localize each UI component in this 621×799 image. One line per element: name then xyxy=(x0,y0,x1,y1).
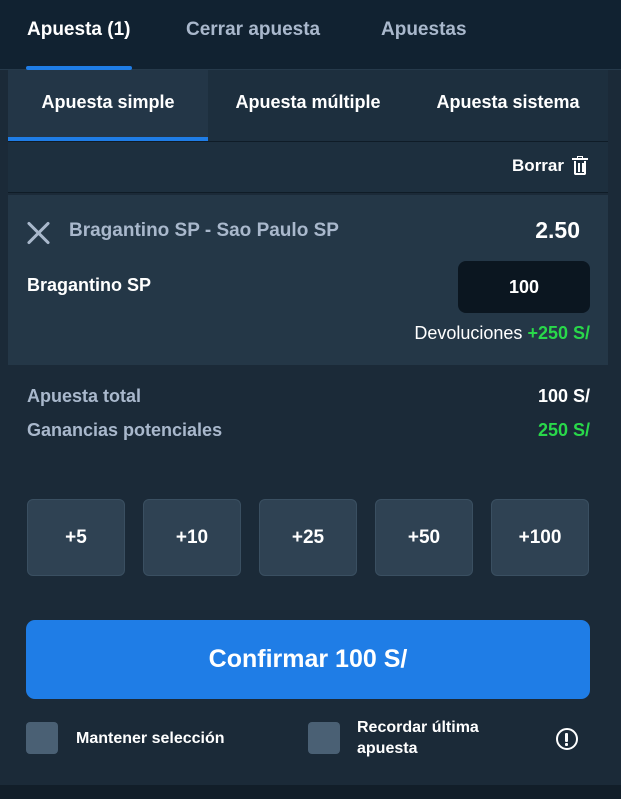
clear-row: Borrar xyxy=(8,141,608,193)
match-name: Bragantino SP - Sao Paulo SP xyxy=(69,220,339,241)
tab-system-bet[interactable]: Apuesta sistema xyxy=(408,70,608,141)
tab-multiple-bet[interactable]: Apuesta múltiple xyxy=(208,70,408,141)
total-stake-label: Apuesta total xyxy=(27,386,142,406)
returns-value: +250 S/ xyxy=(527,323,590,343)
tab-single-bet[interactable]: Apuesta simple xyxy=(8,70,208,141)
confirm-bet-button[interactable]: Confirmar 100 S/ xyxy=(26,620,590,699)
total-stake-value: 100 S/ xyxy=(537,386,590,406)
stake-input[interactable] xyxy=(458,261,590,313)
tab-cash-out[interactable]: Cerrar apuesta xyxy=(186,19,320,41)
keep-selection-checkbox[interactable] xyxy=(26,722,58,754)
quick-stake-50-button[interactable]: +50 xyxy=(375,499,473,576)
tab-my-bets[interactable]: Apuestas xyxy=(381,19,467,41)
bottom-strip xyxy=(0,785,621,799)
trash-icon xyxy=(572,156,588,176)
info-icon[interactable] xyxy=(556,728,578,750)
remember-last-bet-line1: Recordar última xyxy=(357,719,479,736)
clear-button[interactable]: Borrar xyxy=(512,156,588,176)
remember-last-bet-checkbox[interactable] xyxy=(308,722,340,754)
remember-last-bet-label: Recordar última apuesta xyxy=(357,717,479,759)
total-stake-row: Apuesta total 100 S/ xyxy=(27,386,590,407)
potential-winnings-row: Ganancias potenciales 250 S/ xyxy=(27,420,590,441)
potential-winnings-label: Ganancias potenciales xyxy=(27,420,223,440)
selection-name: Bragantino SP xyxy=(27,275,152,295)
quick-stake-25-button[interactable]: +25 xyxy=(259,499,357,576)
potential-winnings-value: 250 S/ xyxy=(537,420,590,440)
remember-last-bet-line2: apuesta xyxy=(357,740,418,757)
clear-label: Borrar xyxy=(512,156,564,175)
close-icon[interactable] xyxy=(26,220,52,246)
returns-line: Devoluciones +250 S/ xyxy=(414,323,590,344)
bet-slip-tabs: Apuesta (1) Cerrar apuesta Apuestas xyxy=(0,0,621,70)
tab-bet-slip[interactable]: Apuesta (1) xyxy=(27,19,130,41)
quick-stake-100-button[interactable]: +100 xyxy=(491,499,589,576)
keep-selection-label: Mantener selección xyxy=(76,730,225,747)
quick-stake-10-button[interactable]: +10 xyxy=(143,499,241,576)
returns-label: Devoluciones xyxy=(414,323,523,343)
odds-value: 2.50 xyxy=(535,217,580,243)
quick-stake-5-button[interactable]: +5 xyxy=(27,499,125,576)
bet-selection-card: Bragantino SP - Sao Paulo SP 2.50 Bragan… xyxy=(8,195,608,365)
bet-type-tabs: Apuesta simple Apuesta múltiple Apuesta … xyxy=(8,70,608,141)
